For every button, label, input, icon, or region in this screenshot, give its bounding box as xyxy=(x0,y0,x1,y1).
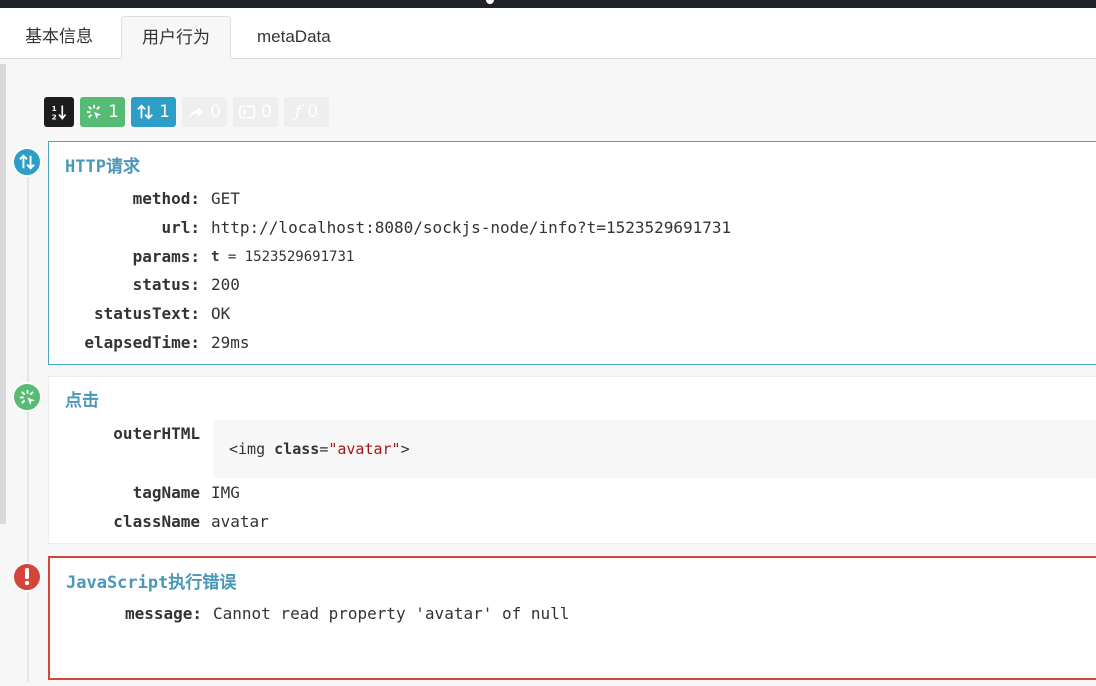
field-class-name: className xyxy=(49,512,200,536)
console-count: 0 xyxy=(261,102,272,122)
tab-label: 基本信息 xyxy=(25,27,93,46)
field-tag-name-value: IMG xyxy=(211,483,240,502)
tab-user-behavior[interactable]: 用户行为 xyxy=(121,16,231,59)
share-icon xyxy=(189,107,204,118)
field-key: url: xyxy=(161,218,200,237)
http-count: 1 xyxy=(159,102,170,122)
field-status-text-value: OK xyxy=(211,304,231,323)
click-badge-icon xyxy=(12,382,42,412)
field-status-value: 200 xyxy=(211,275,240,294)
field-key: outerHTML xyxy=(113,424,200,443)
field-elapsed-time-value: 29ms xyxy=(211,333,250,352)
field-elapsed-time: elapsedTime: xyxy=(49,333,200,357)
outer-html-code-block: <img class="avatar"> xyxy=(213,420,1096,478)
filter-console-button[interactable]: 0 xyxy=(233,97,278,127)
field-status-text: statusText: xyxy=(49,304,200,328)
field-url-value: http://localhost:8080/sockjs-node/info?t… xyxy=(211,218,732,237)
http-request-card: HTTP请求 method: GET url: http://localhost… xyxy=(48,141,1096,365)
sort-button[interactable]: 12 xyxy=(44,97,74,127)
http-badge-icon xyxy=(12,147,42,177)
field-tag-name: tagName xyxy=(49,483,200,507)
code-attr: class xyxy=(274,440,320,458)
field-key: tagName xyxy=(132,483,200,502)
filter-function-button[interactable]: ƒ 0 xyxy=(284,97,329,127)
function-count: 0 xyxy=(307,102,319,122)
field-key: status: xyxy=(132,275,200,294)
card-title: JavaScript执行错误 xyxy=(66,573,237,593)
field-message-value: Cannot read property 'avatar' of null xyxy=(213,604,570,623)
field-key: message: xyxy=(124,604,202,623)
javascript-error-card: JavaScript执行错误 message: Cannot read prop… xyxy=(48,556,1096,680)
exchange-icon xyxy=(137,104,153,120)
code-string: "avatar" xyxy=(328,440,401,458)
field-class-name-value: avatar xyxy=(211,512,269,531)
field-params-value: t = 1523529691731 xyxy=(211,249,354,273)
field-message: message: xyxy=(50,604,202,628)
terminal-icon xyxy=(239,105,256,119)
click-icon xyxy=(86,104,102,120)
code-tag-close: > xyxy=(400,440,410,458)
card-title: 点击 xyxy=(65,391,99,411)
field-key: statusText: xyxy=(94,304,200,323)
tab-label: 用户行为 xyxy=(142,28,210,47)
error-badge-icon xyxy=(12,562,42,592)
field-key: elapsedTime: xyxy=(84,333,200,352)
dropdown-caret-icon xyxy=(486,0,494,4)
field-key: className xyxy=(113,512,200,531)
param-eq: = xyxy=(219,249,245,265)
field-method-value: GET xyxy=(211,189,240,208)
param-value: 1523529691731 xyxy=(244,249,355,265)
click-event-card: 点击 outerHTML <img class="avatar"> tagNam… xyxy=(48,376,1096,544)
filter-click-button[interactable]: 1 xyxy=(80,97,125,127)
scrollbar[interactable] xyxy=(0,64,6,524)
field-key: method: xyxy=(132,189,200,208)
filter-redirect-button[interactable]: 0 xyxy=(182,97,227,127)
card-title: HTTP请求 xyxy=(65,157,140,177)
code-tag-open: <img xyxy=(229,440,275,458)
tab-label: metaData xyxy=(257,27,331,46)
field-url: url: xyxy=(49,218,200,242)
field-outer-html: outerHTML xyxy=(49,424,200,448)
filter-toolbar: 12 1 1 0 0 ƒ 0 xyxy=(44,97,329,127)
window-top-bar xyxy=(0,0,1096,8)
timeline-line xyxy=(27,162,29,682)
code-eq: = xyxy=(319,440,329,458)
redirect-count: 0 xyxy=(210,102,221,122)
filter-http-button[interactable]: 1 xyxy=(131,97,176,127)
field-status: status: xyxy=(49,275,200,299)
field-key: params: xyxy=(132,247,200,266)
sort-numeric-icon: 12 xyxy=(52,104,67,121)
field-params: params: xyxy=(49,247,200,271)
function-icon: ƒ xyxy=(294,102,302,122)
svg-text:2: 2 xyxy=(52,112,57,121)
tab-bar: 基本信息 用户行为 metaData xyxy=(0,8,1096,59)
click-count: 1 xyxy=(108,102,119,122)
field-method: method: xyxy=(49,189,200,213)
